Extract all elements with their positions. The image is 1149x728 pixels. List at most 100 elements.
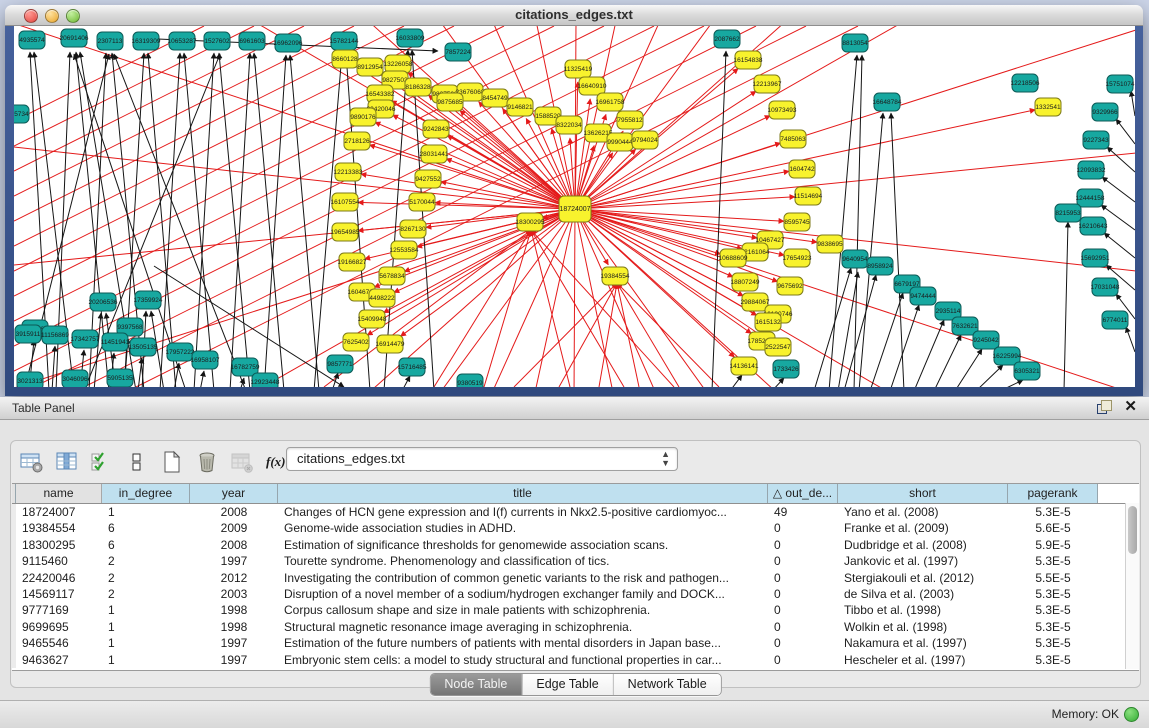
table-settings-icon[interactable] (19, 449, 45, 475)
svg-text:16962096: 16962096 (274, 40, 303, 47)
svg-text:3021313: 3021313 (17, 378, 43, 385)
svg-text:8660128: 8660128 (332, 56, 358, 63)
table-columns-icon[interactable] (54, 449, 80, 475)
close-panel-icon[interactable]: ✕ (1124, 399, 1137, 415)
column-header-year[interactable]: year (190, 484, 278, 503)
svg-text:12213967: 12213967 (753, 81, 782, 88)
table-row[interactable]: 969969511998Structural magnetic resonanc… (12, 619, 1139, 635)
tab-edge-table[interactable]: Edge Table (521, 674, 612, 695)
cell-year: 2003 (190, 586, 278, 602)
cell-in-degree: 1 (102, 504, 190, 520)
cell-title: Corpus callosum shape and size in male p… (278, 602, 768, 618)
import-table-icon[interactable] (229, 449, 255, 475)
svg-text:16154838: 16154838 (734, 57, 763, 64)
svg-text:15782144: 15782144 (330, 38, 359, 45)
memory-status-label: Memory: OK (1052, 707, 1119, 721)
cell-title: Tourette syndrome. Phenomenology and cla… (278, 553, 768, 569)
table-row[interactable]: 946362711997Embryonic stem cells: a mode… (12, 652, 1139, 668)
vertical-scrollbar[interactable] (1125, 503, 1139, 669)
svg-text:8215953: 8215953 (1055, 210, 1081, 217)
svg-text:16914479: 16914479 (376, 341, 405, 348)
scrollbar-thumb[interactable] (1128, 506, 1137, 554)
tab-node-table[interactable]: Node Table (430, 674, 521, 695)
network-view-frame: 4935574206914062307113163193091065328715… (5, 26, 1143, 396)
cell-title: Structural magnetic resonance image aver… (278, 619, 768, 635)
column-header-name[interactable]: name (16, 484, 102, 503)
svg-text:f(x): f(x) (266, 454, 286, 469)
column-header-title[interactable]: title (278, 484, 768, 503)
cell-year: 2008 (190, 537, 278, 553)
cell-in-degree: 1 (102, 619, 190, 635)
svg-text:12213383: 12213383 (334, 169, 363, 176)
column-header-short[interactable]: short (838, 484, 1008, 503)
cell-out-degree: 0 (768, 537, 838, 553)
column-header-pagerank[interactable]: pagerank (1008, 484, 1098, 503)
window-titlebar[interactable]: citations_edges.txt (5, 5, 1143, 26)
cell-title: Investigating the contribution of common… (278, 570, 768, 586)
svg-text:9146821: 9146821 (507, 104, 533, 111)
svg-text:12218506: 12218506 (1011, 80, 1040, 87)
svg-text:4498222: 4498222 (369, 295, 395, 302)
float-panel-icon[interactable] (1096, 399, 1112, 415)
cell-pagerank: 5.3E-5 (1008, 635, 1098, 651)
svg-text:18300295: 18300295 (516, 219, 545, 226)
cell-name: 22420046 (16, 570, 102, 586)
table-row[interactable]: 946554611997Estimation of the future num… (12, 635, 1139, 651)
tab-network-table[interactable]: Network Table (613, 674, 721, 695)
table-row[interactable]: 1938455462009Genome-wide association stu… (12, 520, 1139, 536)
svg-text:11325419: 11325419 (564, 66, 593, 73)
delete-table-icon[interactable] (194, 449, 220, 475)
cell-in-degree: 2 (102, 586, 190, 602)
cell-short: Tibbo et al. (1998) (838, 602, 1008, 618)
svg-text:17031048: 17031048 (1091, 284, 1120, 291)
cell-name: 19384554 (16, 520, 102, 536)
cell-in-degree: 2 (102, 570, 190, 586)
table-row[interactable]: 1872400712008Changes of HCN gene express… (12, 504, 1139, 520)
cell-pagerank: 5.9E-5 (1008, 537, 1098, 553)
network-graph-canvas[interactable]: 4935574206914062307113163193091065328715… (14, 26, 1135, 387)
new-table-icon[interactable] (159, 449, 185, 475)
cell-year: 2012 (190, 570, 278, 586)
svg-text:3046096: 3046096 (62, 376, 88, 383)
svg-text:2522547: 2522547 (765, 344, 791, 351)
svg-text:1527602: 1527602 (204, 38, 230, 45)
cell-in-degree: 1 (102, 602, 190, 618)
svg-text:13226058: 13226058 (384, 61, 413, 68)
table-selector[interactable]: citations_edges.txt ▲▼ (286, 447, 678, 471)
cell-name: 9463627 (16, 652, 102, 668)
svg-text:10653287: 10653287 (168, 38, 197, 45)
svg-text:6961603: 6961603 (239, 38, 265, 45)
svg-text:14136141: 14136141 (730, 363, 759, 370)
svg-text:6774011: 6774011 (1103, 317, 1128, 324)
network-window: citations_edges.txt 49355742069140623071… (5, 5, 1143, 396)
column-header-in-degree[interactable]: in_degree (102, 484, 190, 503)
svg-text:28031441: 28031441 (420, 151, 449, 158)
table-row[interactable]: 1456911722003Disruption of a novel membe… (12, 586, 1139, 602)
cell-short: Jankovic et al. (1997) (838, 553, 1008, 569)
rows-icon[interactable] (124, 449, 150, 475)
table-row[interactable]: 2242004622012Investigating the contribut… (12, 570, 1139, 586)
svg-text:10688609: 10688609 (719, 255, 748, 262)
cell-pagerank: 5.3E-5 (1008, 652, 1098, 668)
cell-out-degree: 0 (768, 553, 838, 569)
cell-year: 1998 (190, 619, 278, 635)
svg-text:1332541: 1332541 (1035, 104, 1061, 111)
svg-text:16958107: 16958107 (191, 357, 220, 364)
table-row[interactable]: 977716911998Corpus callosum shape and si… (12, 602, 1139, 618)
select-columns-icon[interactable] (89, 449, 115, 475)
svg-text:15716485: 15716485 (398, 364, 427, 371)
column-header-out-degree[interactable]: △ out_de... (768, 484, 838, 503)
svg-text:17359924: 17359924 (134, 297, 163, 304)
node-table: namein_degreeyeartitle△ out_de...shortpa… (12, 483, 1139, 671)
table-row[interactable]: 1830029562008Estimation of significance … (12, 537, 1139, 553)
svg-text:8958924: 8958924 (867, 263, 893, 270)
svg-text:9827503: 9827503 (382, 77, 408, 84)
table-row[interactable]: 911546021997Tourette syndrome. Phenomeno… (12, 553, 1139, 569)
svg-text:9990444: 9990444 (607, 139, 633, 146)
svg-text:9875685: 9875685 (437, 99, 463, 106)
svg-text:5678834: 5678834 (379, 273, 405, 280)
svg-text:12444158: 12444158 (1076, 195, 1105, 202)
svg-text:3915911: 3915911 (16, 331, 41, 338)
cell-out-degree: 0 (768, 619, 838, 635)
cell-short: Wolkin et al. (1998) (838, 619, 1008, 635)
